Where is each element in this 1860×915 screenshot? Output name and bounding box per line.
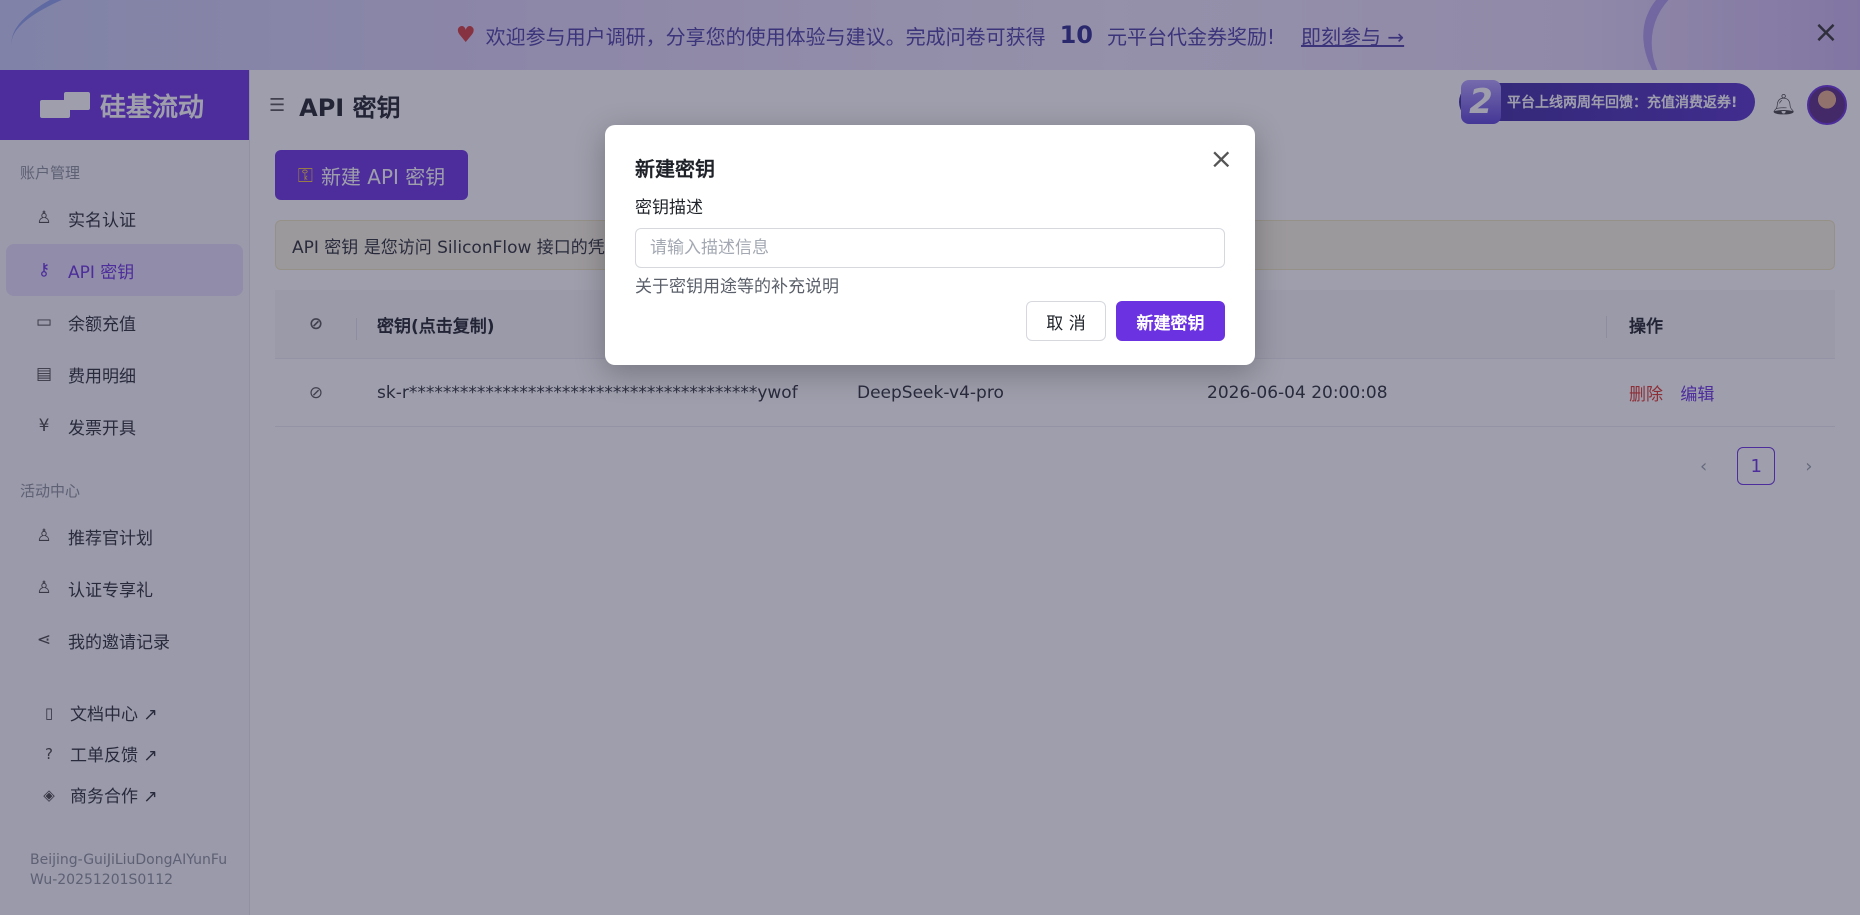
description-label: 密钥描述 [635,198,703,218]
modal-title: 新建密钥 [635,157,715,181]
description-help: 关于密钥用途等的补充说明 [635,277,839,297]
create-key-button[interactable]: 新建密钥 [1116,301,1225,341]
new-key-modal: 新建密钥 × 密钥描述 关于密钥用途等的补充说明 取 消 新建密钥 [605,125,1255,365]
close-icon[interactable]: × [1210,145,1233,173]
description-input[interactable] [635,228,1225,268]
cancel-button[interactable]: 取 消 [1026,301,1106,341]
